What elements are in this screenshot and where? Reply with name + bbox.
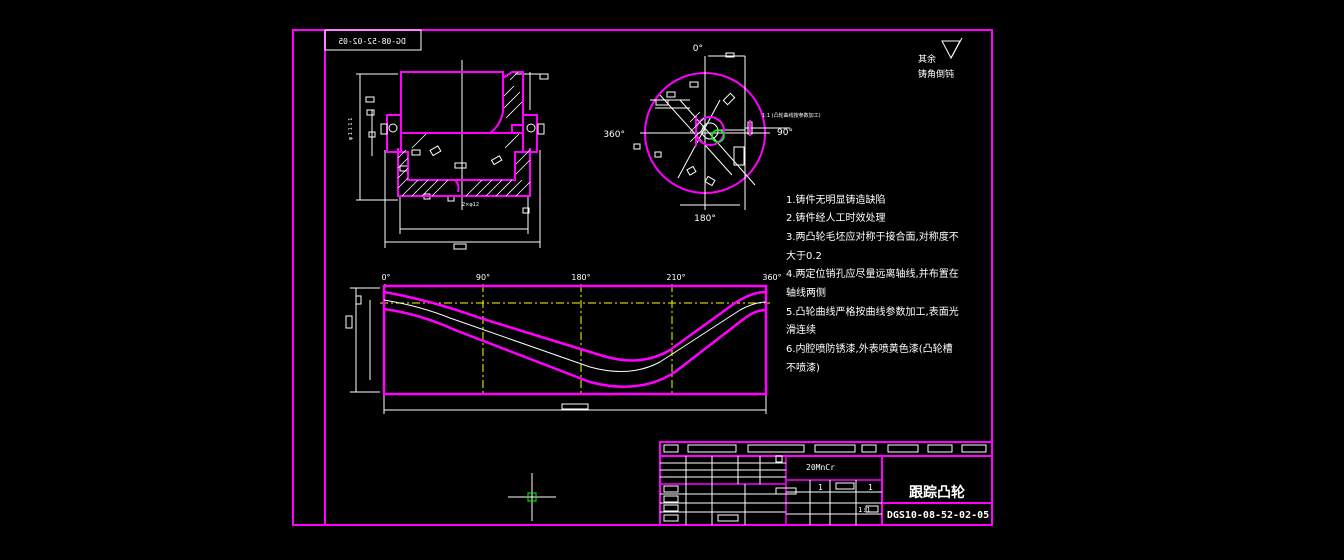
mirror-code-text: DG-08-52-02-05 xyxy=(338,37,406,46)
surface-note-1: 其余 xyxy=(918,53,936,65)
surface-finish-symbol: 其余 铸角倒钝 xyxy=(918,37,963,80)
dev-label-90: 90° xyxy=(476,273,490,282)
note-1: 1.铸件无明显铸造缺陷 xyxy=(786,193,886,206)
development-view: 0° 90° 180° 210° 360° xyxy=(345,273,782,414)
angle-label-bottom: 180° xyxy=(694,214,716,224)
note-6-cont: 不喷漆) xyxy=(786,361,820,374)
note-4: 4.两定位销孔应尽量远离轴线,并布置在 xyxy=(786,267,959,280)
note-2: 2.铸件经人工时效处理 xyxy=(786,211,886,224)
svg-text:φ 1 1 1 1: φ 1 1 1 1 xyxy=(348,118,354,140)
cad-drawing-canvas: DG-08-52-02-05 φ 1 1 1 1 2×φ12 0° 360° 9… xyxy=(292,29,993,526)
leader-note: 1:1 (凸轮曲线按参数加工) xyxy=(762,112,821,119)
dev-label-210: 210° xyxy=(666,273,685,282)
dev-label-180: 180° xyxy=(571,273,590,282)
crosshair-cursor xyxy=(508,473,556,521)
dev-label-0: 0° xyxy=(381,273,390,282)
title-block: 20MnCr 1 1 1:1 跟踪凸轮 DGS10-08-52-02-05 xyxy=(659,441,993,526)
dev-label-360: 360° xyxy=(762,273,781,282)
front-section-view: φ 1 1 1 1 2×φ12 xyxy=(348,60,549,250)
note-6: 6.内腔喷防锈漆,外表喷黄色漆(凸轮槽 xyxy=(786,342,953,355)
material-text: 20MnCr xyxy=(806,463,835,472)
technical-notes: 1.铸件无明显铸造缺陷 2.铸件经人工时效处理 3.两凸轮毛坯应对称于接合面,对… xyxy=(786,193,959,374)
qty-2-text: 1 xyxy=(868,483,873,492)
note-4-cont: 轴线两侧 xyxy=(786,286,826,299)
note-3-cont: 大于0.2 xyxy=(786,249,822,262)
qty-1-text: 1 xyxy=(818,483,823,492)
surface-note-2: 铸角倒钝 xyxy=(918,68,954,80)
angle-label-right: 90° xyxy=(777,128,793,138)
svg-text:2×φ12: 2×φ12 xyxy=(462,202,479,208)
angle-label-left: 360° xyxy=(603,130,625,140)
scale-text: 1:1 xyxy=(858,506,871,514)
note-5: 5.凸轮曲线严格按曲线参数加工,表面光 xyxy=(786,305,959,318)
angle-label-top: 0° xyxy=(693,44,703,54)
note-3: 3.两凸轮毛坯应对称于接合面,对称度不 xyxy=(786,230,959,243)
drawing-number-text: DGS10-08-52-02-05 xyxy=(887,510,989,521)
part-name-text: 跟踪凸轮 xyxy=(909,484,965,501)
note-5-cont: 滑连续 xyxy=(786,323,816,336)
